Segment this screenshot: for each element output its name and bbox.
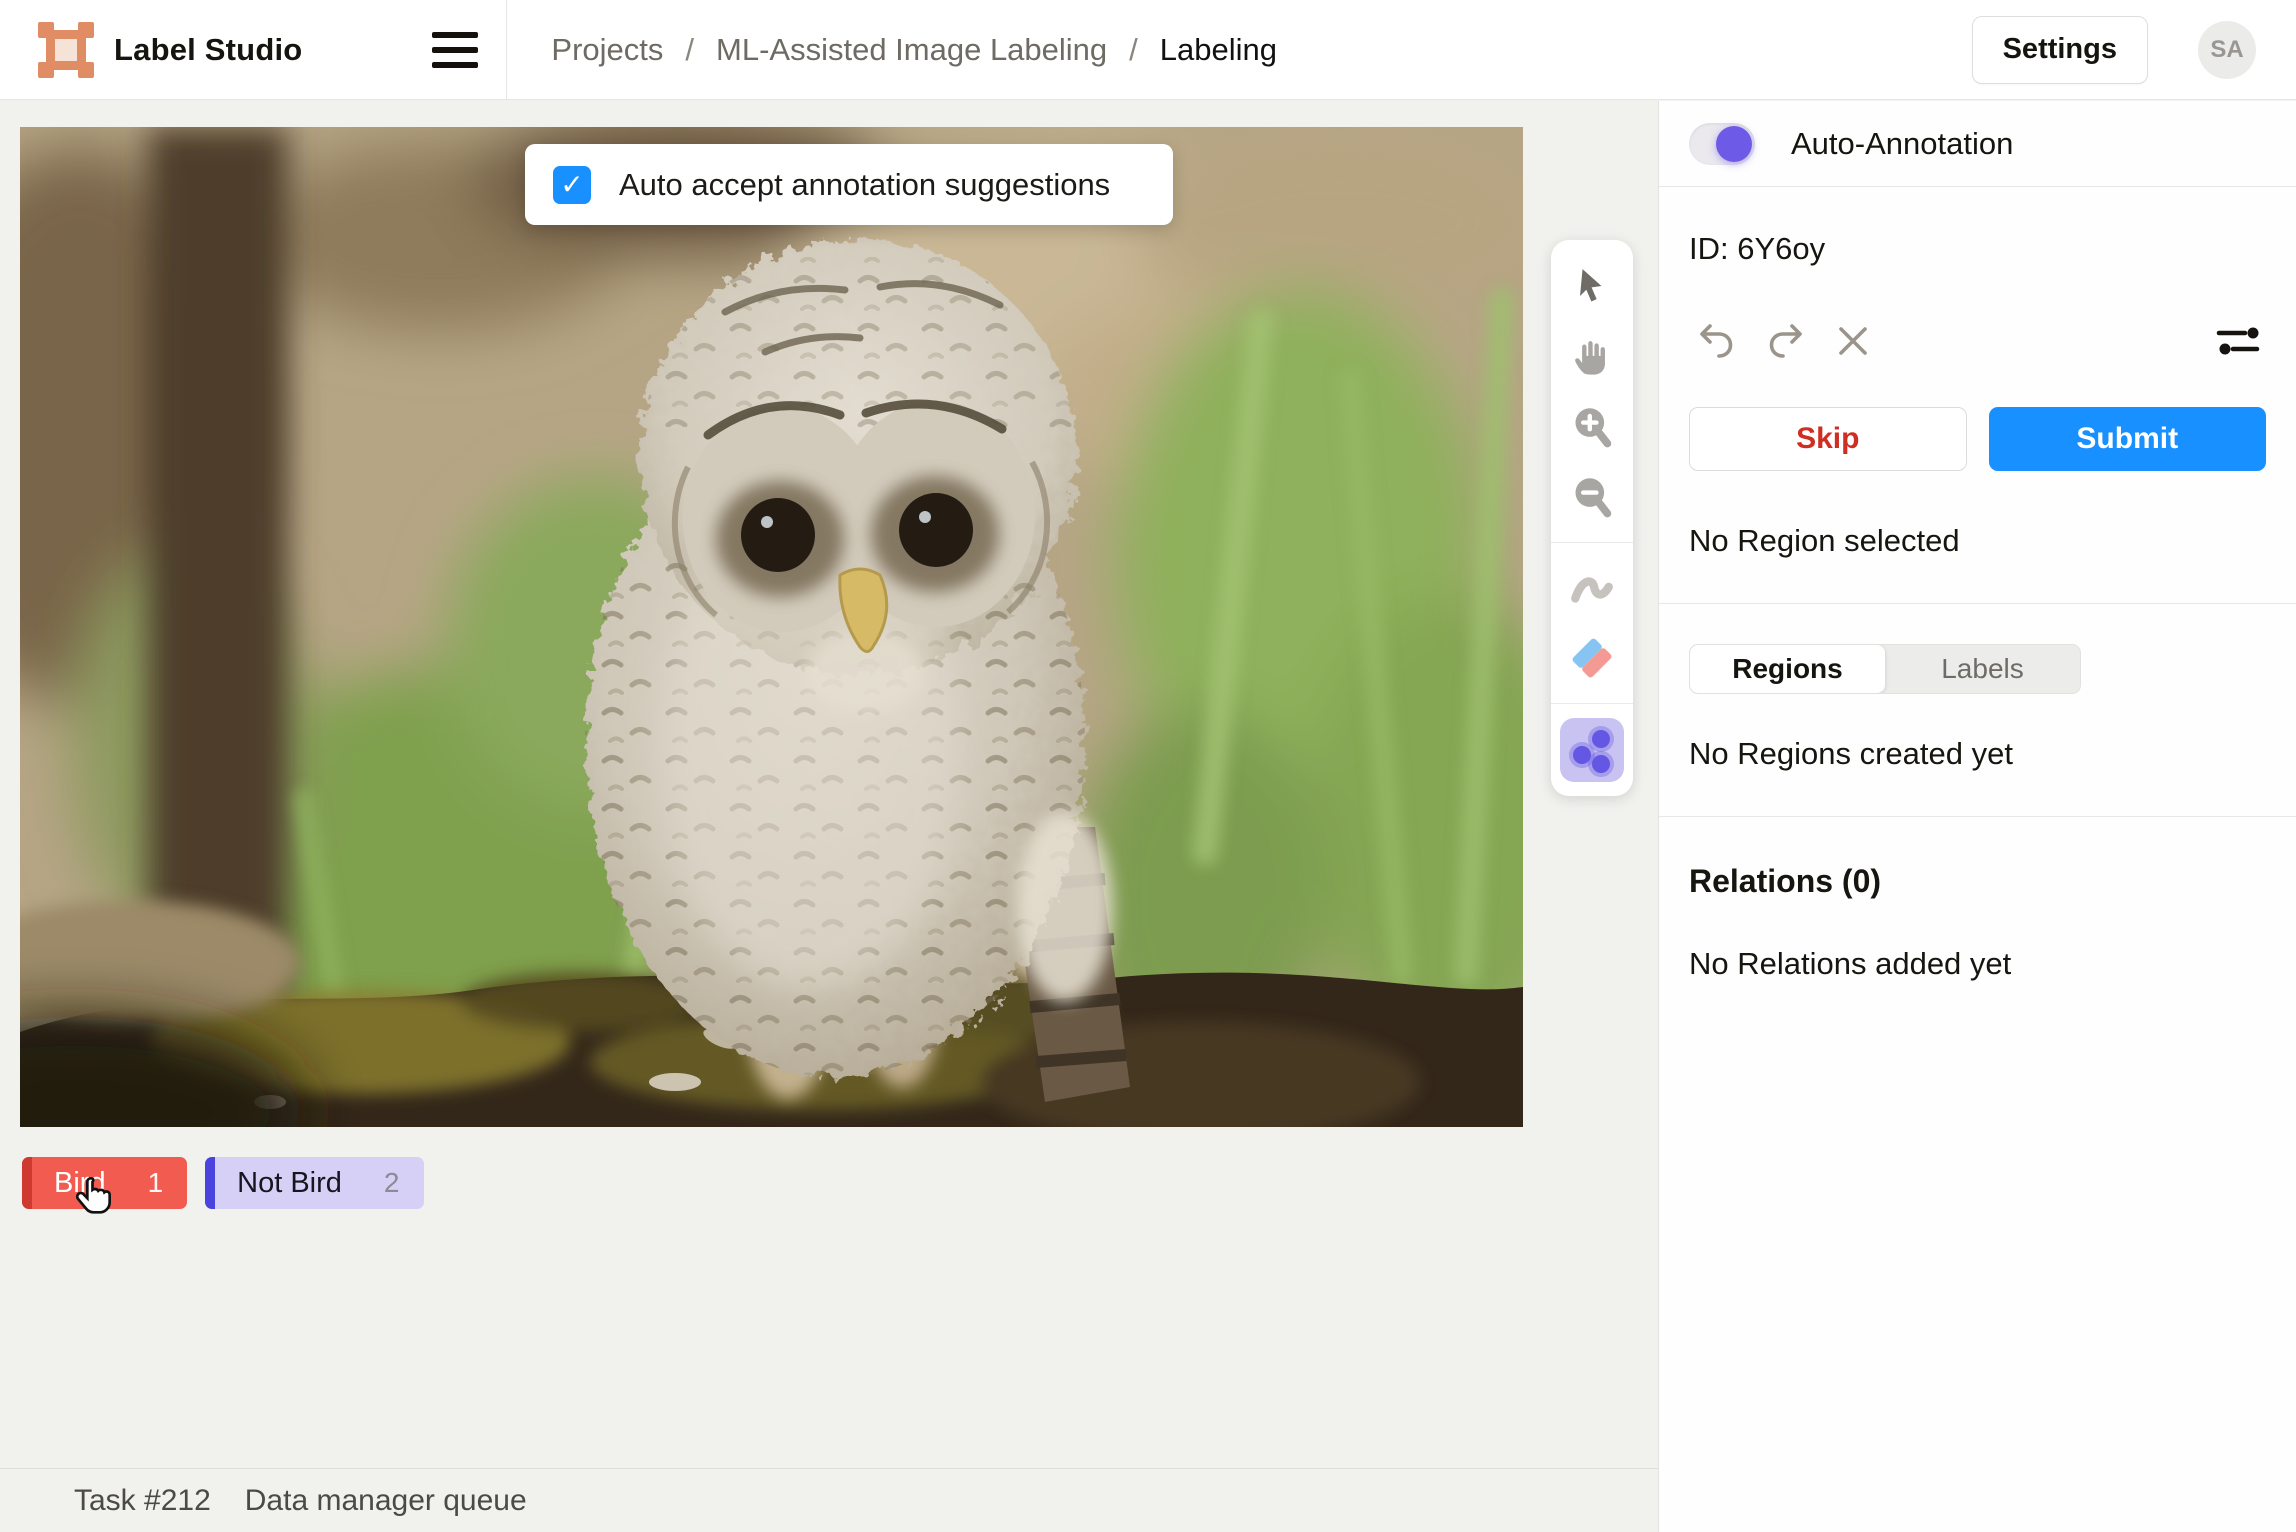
zoom-out-icon <box>1570 475 1614 519</box>
task-number: Task #212 <box>74 1484 211 1518</box>
toolbar-divider <box>1551 542 1633 543</box>
label-tags-row: Bird 1 Not Bird 2 <box>22 1157 424 1209</box>
no-relations-text: No Relations added yet <box>1659 946 2296 982</box>
keypoints-icon <box>1560 718 1624 782</box>
breadcrumb-current-page: Labeling <box>1160 32 1277 68</box>
breadcrumb-project-name[interactable]: ML-Assisted Image Labeling <box>716 32 1107 68</box>
logo-text: Label Studio <box>114 32 302 68</box>
header-divider <box>506 0 507 100</box>
zoom-in-icon <box>1570 405 1614 449</box>
history-controls <box>1659 319 2296 363</box>
label-hotkey: 1 <box>148 1167 164 1199</box>
task-image-canvas[interactable]: ✓ Auto accept annotation suggestions <box>20 127 1523 1127</box>
close-icon <box>1835 323 1871 359</box>
breadcrumb: Projects / ML-Assisted Image Labeling / … <box>551 32 1277 68</box>
checkmark-icon: ✓ <box>560 171 583 199</box>
label-studio-logo[interactable]: Label Studio <box>0 22 302 78</box>
toggle-knob <box>1716 126 1752 162</box>
no-region-text: No Region selected <box>1659 523 2296 559</box>
redo-icon <box>1765 321 1805 361</box>
label-text: Not Bird <box>237 1167 342 1200</box>
sidebar-divider <box>1659 816 2296 817</box>
auto-annotation-row: Auto-Annotation <box>1659 101 2296 187</box>
reset-button[interactable] <box>1825 319 1881 363</box>
owl-photo <box>20 127 1523 1127</box>
annotation-sidebar: Auto-Annotation ID: 6Y6oy <box>1658 101 2296 1532</box>
view-settings-button[interactable] <box>2210 319 2266 363</box>
breadcrumb-projects[interactable]: Projects <box>551 32 663 68</box>
tool-palette <box>1551 240 1633 796</box>
settings-button[interactable]: Settings <box>1972 16 2148 84</box>
sliders-icon <box>2215 321 2261 361</box>
no-regions-text: No Regions created yet <box>1659 736 2296 772</box>
undo-button[interactable] <box>1689 319 1745 363</box>
eraser-tool-button[interactable] <box>1560 627 1624 689</box>
relations-heading: Relations (0) <box>1659 863 2296 900</box>
toolbar-divider <box>1551 703 1633 704</box>
submit-button[interactable]: Submit <box>1989 407 2267 471</box>
zoom-in-tool-button[interactable] <box>1560 396 1624 458</box>
task-actions: Skip Submit <box>1659 407 2296 471</box>
user-avatar[interactable]: SA <box>2198 21 2256 79</box>
undo-icon <box>1697 321 1737 361</box>
label-tag-bird[interactable]: Bird 1 <box>22 1157 187 1209</box>
auto-accept-checkbox[interactable]: ✓ <box>553 166 591 204</box>
queue-name: Data manager queue <box>245 1484 527 1518</box>
pan-tool-button[interactable] <box>1560 326 1624 388</box>
zoom-out-tool-button[interactable] <box>1560 466 1624 528</box>
brush-tool-button[interactable] <box>1560 557 1624 619</box>
auto-annotation-label: Auto-Annotation <box>1791 126 2013 162</box>
brush-icon <box>1569 565 1615 611</box>
hamburger-menu-icon[interactable] <box>432 32 478 68</box>
auto-accept-popup: ✓ Auto accept annotation suggestions <box>525 144 1173 225</box>
tab-labels[interactable]: Labels <box>1885 645 2080 693</box>
breadcrumb-separator: / <box>685 32 694 68</box>
pointer-icon <box>1571 266 1613 308</box>
label-stripe <box>205 1157 215 1209</box>
label-stripe <box>22 1157 32 1209</box>
hand-icon <box>1570 335 1614 379</box>
skip-button[interactable]: Skip <box>1689 407 1967 471</box>
label-hotkey: 2 <box>384 1167 400 1199</box>
eraser-icon <box>1569 635 1615 681</box>
tab-regions[interactable]: Regions <box>1690 645 1885 693</box>
pointer-tool-button[interactable] <box>1560 256 1624 318</box>
redo-button[interactable] <box>1757 319 1813 363</box>
auto-annotation-tool-button[interactable] <box>1560 718 1624 782</box>
label-text: Bird <box>54 1167 106 1200</box>
app-header: Label Studio Projects / ML-Assisted Imag… <box>0 0 2296 100</box>
task-id: ID: 6Y6oy <box>1659 231 2296 267</box>
auto-accept-label: Auto accept annotation suggestions <box>619 167 1110 203</box>
label-tag-not-bird[interactable]: Not Bird 2 <box>205 1157 423 1209</box>
auto-annotation-toggle[interactable] <box>1689 123 1755 165</box>
breadcrumb-separator: / <box>1129 32 1138 68</box>
sidebar-divider <box>1659 603 2296 604</box>
label-studio-app: Label Studio Projects / ML-Assisted Imag… <box>0 0 2296 1532</box>
task-status-bar: Task #212 Data manager queue <box>0 1468 1658 1532</box>
bounding-box-logo-icon <box>38 22 94 78</box>
regions-labels-tabs: Regions Labels <box>1689 644 2081 694</box>
labeling-workspace: ✓ Auto accept annotation suggestions <box>0 101 1658 1532</box>
